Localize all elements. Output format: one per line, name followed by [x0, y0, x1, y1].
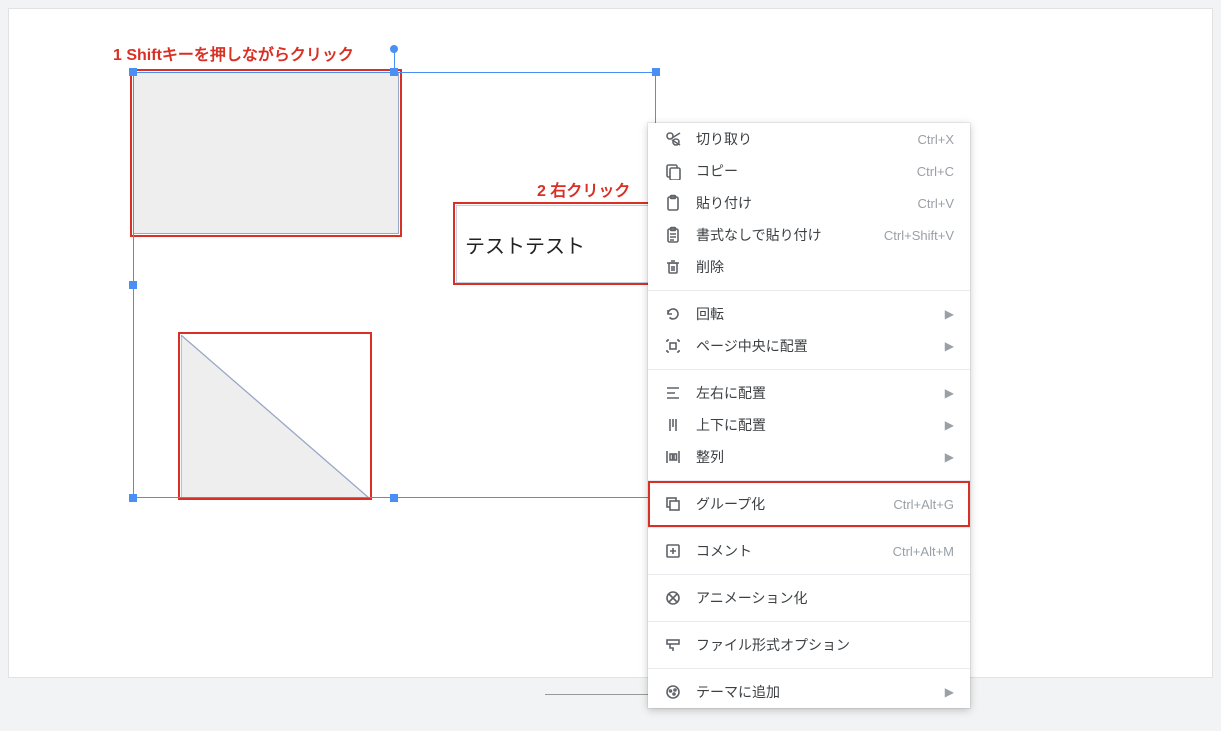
- context-menu-item-label: 貼り付け: [696, 193, 904, 213]
- context-menu-item-align-v[interactable]: 上下に配置 ▶: [648, 409, 970, 441]
- context-menu-item-label: ページ中央に配置: [696, 336, 931, 356]
- context-menu-separator: [648, 480, 970, 481]
- submenu-arrow-icon: ▶: [945, 450, 954, 464]
- submenu-arrow-icon: ▶: [945, 418, 954, 432]
- context-menu-item-delete[interactable]: 削除: [648, 251, 970, 283]
- selection-handle-ne[interactable]: [652, 68, 660, 76]
- context-menu-item-label: 上下に配置: [696, 415, 931, 435]
- context-menu[interactable]: 切り取り Ctrl+X コピー Ctrl+C 貼り付け Ctrl+V 書式なしで貼り付け Ct…: [648, 123, 970, 708]
- context-menu-item-label: 回転: [696, 304, 931, 324]
- paste-plain-icon: [664, 226, 682, 244]
- context-menu-item-cut[interactable]: 切り取り Ctrl+X: [648, 123, 970, 155]
- selection-rotate-handle[interactable]: [390, 45, 398, 53]
- theme-icon: [664, 683, 682, 701]
- context-menu-item-label: 切り取り: [696, 129, 904, 149]
- canvas-area[interactable]: テストテスト 1 Shiftキーを押しながらクリック 2 右クリック: [8, 8, 1213, 678]
- format-icon: [664, 636, 682, 654]
- context-menu-item-group[interactable]: グループ化 Ctrl+Alt+G: [648, 488, 970, 520]
- context-menu-item-label: 左右に配置: [696, 383, 931, 403]
- context-menu-item-animate[interactable]: アニメーション化: [648, 582, 970, 614]
- context-menu-shortcut: Ctrl+Shift+V: [884, 228, 954, 243]
- align-v-icon: [664, 416, 682, 434]
- selection-handle-sw[interactable]: [129, 494, 137, 502]
- context-menu-item-label: グループ化: [696, 494, 879, 514]
- context-menu-item-label: ファイル形式オプション: [696, 635, 954, 655]
- context-menu-item-paste-plain[interactable]: 書式なしで貼り付け Ctrl+Shift+V: [648, 219, 970, 251]
- selection-bounding-box: [133, 72, 656, 498]
- context-menu-item-label: 書式なしで貼り付け: [696, 225, 870, 245]
- context-menu-shortcut: Ctrl+C: [917, 164, 954, 179]
- center-icon: [664, 337, 682, 355]
- context-menu-item-copy[interactable]: コピー Ctrl+C: [648, 155, 970, 187]
- submenu-arrow-icon: ▶: [945, 307, 954, 321]
- context-menu-separator: [648, 621, 970, 622]
- context-menu-item-format[interactable]: ファイル形式オプション: [648, 629, 970, 661]
- context-menu-separator: [648, 290, 970, 291]
- submenu-arrow-icon: ▶: [945, 386, 954, 400]
- context-menu-item-paste[interactable]: 貼り付け Ctrl+V: [648, 187, 970, 219]
- selection-handle-s[interactable]: [390, 494, 398, 502]
- context-menu-item-center[interactable]: ページ中央に配置 ▶: [648, 330, 970, 362]
- context-menu-separator: [648, 527, 970, 528]
- context-menu-item-comment[interactable]: コメント Ctrl+Alt+M: [648, 535, 970, 567]
- selection-handle-nw[interactable]: [129, 68, 137, 76]
- submenu-arrow-icon: ▶: [945, 685, 954, 699]
- context-menu-item-align-h[interactable]: 左右に配置 ▶: [648, 377, 970, 409]
- selection-handle-n[interactable]: [390, 68, 398, 76]
- context-menu-separator: [648, 668, 970, 669]
- copy-icon: [664, 162, 682, 180]
- context-menu-item-label: テーマに追加: [696, 682, 931, 702]
- context-menu-shortcut: Ctrl+Alt+M: [893, 544, 954, 559]
- annotation-step2: 2 右クリック: [537, 177, 630, 201]
- paste-icon: [664, 194, 682, 212]
- animate-icon: [664, 589, 682, 607]
- align-h-icon: [664, 384, 682, 402]
- context-menu-item-label: 整列: [696, 447, 931, 467]
- comment-icon: [664, 542, 682, 560]
- submenu-arrow-icon: ▶: [945, 339, 954, 353]
- context-menu-separator: [648, 574, 970, 575]
- context-menu-item-distribute[interactable]: 整列 ▶: [648, 441, 970, 473]
- selection-handle-w[interactable]: [129, 281, 137, 289]
- distribute-icon: [664, 448, 682, 466]
- context-menu-item-rotate[interactable]: 回転 ▶: [648, 298, 970, 330]
- context-menu-item-label: 削除: [696, 257, 954, 277]
- context-menu-shortcut: Ctrl+V: [918, 196, 954, 211]
- group-icon: [664, 495, 682, 513]
- context-menu-shortcut: Ctrl+X: [918, 132, 954, 147]
- page-bottom-indicator: [545, 694, 665, 695]
- cut-icon: [664, 130, 682, 148]
- context-menu-item-label: コメント: [696, 541, 879, 561]
- rotate-icon: [664, 305, 682, 323]
- delete-icon: [664, 258, 682, 276]
- context-menu-item-label: アニメーション化: [696, 588, 954, 608]
- context-menu-separator: [648, 369, 970, 370]
- context-menu-item-label: コピー: [696, 161, 903, 181]
- context-menu-shortcut: Ctrl+Alt+G: [893, 497, 954, 512]
- annotation-step1: 1 Shiftキーを押しながらクリック: [113, 41, 354, 65]
- context-menu-item-theme[interactable]: テーマに追加 ▶: [648, 676, 970, 708]
